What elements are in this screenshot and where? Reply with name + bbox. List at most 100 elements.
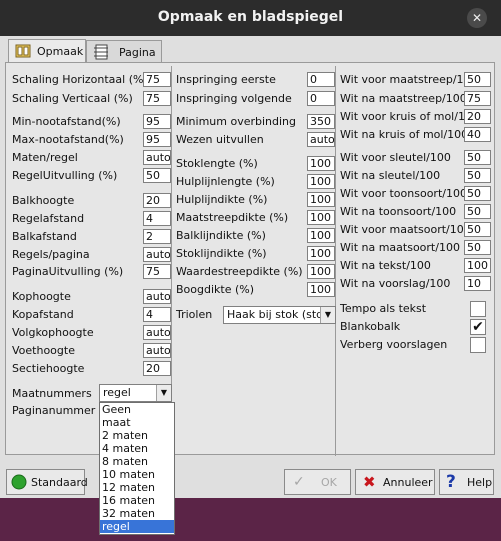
column-divider	[335, 66, 336, 456]
field-sectiehoogte[interactable]: 20	[143, 361, 171, 376]
dropdown-option[interactable]: 8 maten	[100, 455, 174, 468]
field-wit-na-toonsoort[interactable]: 50	[464, 204, 491, 219]
chevron-down-icon[interactable]: ▼	[320, 307, 335, 323]
field-inspringing-volgende[interactable]: 0	[307, 91, 335, 106]
maatnummers-dropdown-list[interactable]: Geen maat 2 maten 4 maten 8 maten 10 mat…	[99, 402, 175, 535]
field-voethoogte[interactable]: auto	[143, 343, 171, 358]
dropdown-option[interactable]: 16 maten	[100, 494, 174, 507]
checkbox-tempo-als-tekst[interactable]	[470, 301, 486, 317]
field-regels-pagina[interactable]: auto	[143, 247, 171, 262]
label-schaling-horizontaal: Schaling Horizontaal (%)	[12, 73, 148, 86]
green-circle-icon	[11, 474, 27, 490]
label-boogdikte: Boogdikte (%)	[176, 283, 255, 296]
label-paginauitvulling: PaginaUitvulling (%)	[12, 265, 124, 278]
field-maten-regel[interactable]: auto	[143, 150, 171, 165]
field-kophoogte[interactable]: auto	[143, 289, 171, 304]
ok-label: OK	[321, 476, 337, 489]
ok-button[interactable]: ✓ OK	[284, 469, 351, 495]
field-wit-na-voorslag[interactable]: 10	[464, 276, 491, 291]
tab-pagina[interactable]: Pagina	[86, 40, 162, 63]
field-waardestreepdikte[interactable]: 100	[307, 264, 335, 279]
checkbox-verberg-voorslagen[interactable]	[470, 337, 486, 353]
field-wit-na-maatsoort[interactable]: 50	[464, 240, 491, 255]
field-balklijndikte[interactable]: 100	[307, 228, 335, 243]
label-verberg-voorslagen: Verberg voorslagen	[340, 338, 448, 351]
label-max-nootafstand: Max-nootafstand(%)	[12, 133, 124, 146]
field-wit-na-kruis-of-mol[interactable]: 40	[464, 127, 491, 142]
dropdown-option[interactable]: 2 maten	[100, 429, 174, 442]
annuleer-button[interactable]: ✖ Annuleer	[355, 469, 435, 495]
checkbox-blankobalk[interactable]: ✔	[470, 319, 486, 335]
field-wit-voor-toonsoort[interactable]: 50	[464, 186, 491, 201]
field-hulplijndikte[interactable]: 100	[307, 192, 335, 207]
label-wit-na-voorslag: Wit na voorslag/100	[340, 277, 451, 290]
field-wit-voor-kruis-of-mol[interactable]: 20	[464, 109, 491, 124]
field-stoklengte[interactable]: 100	[307, 156, 335, 171]
paper-page-icon	[94, 44, 108, 60]
label-sectiehoogte: Sectiehoogte	[12, 362, 85, 375]
field-schaling-horizontaal[interactable]: 75	[143, 72, 171, 87]
help-label: Help	[467, 476, 493, 489]
field-volgkophoogte[interactable]: auto	[143, 325, 171, 340]
tab-opmaak[interactable]: Opmaak	[8, 39, 86, 64]
dropdown-option[interactable]: maat	[100, 416, 174, 429]
dropdown-option[interactable]: 12 maten	[100, 481, 174, 494]
field-wit-na-sleutel[interactable]: 50	[464, 168, 491, 183]
field-min-nootafstand[interactable]: 95	[143, 114, 171, 129]
label-hulplijndikte: Hulplijndikte (%)	[176, 193, 268, 206]
chevron-down-icon[interactable]: ▼	[156, 385, 171, 401]
field-hulplijnlengte[interactable]: 100	[307, 174, 335, 189]
label-wit-na-maatstreep: Wit na maatstreep/100	[340, 92, 467, 105]
dropdown-option[interactable]: 32 maten	[100, 507, 174, 520]
label-triolen: Triolen	[176, 308, 213, 321]
field-wezen-uitvullen[interactable]: auto	[307, 132, 335, 147]
label-balkhoogte: Balkhoogte	[12, 194, 75, 207]
field-boogdikte[interactable]: 100	[307, 282, 335, 297]
label-stoklijndikte: Stoklijndikte (%)	[176, 247, 267, 260]
field-regelafstand[interactable]: 4	[143, 211, 171, 226]
triolen-combo[interactable]: Haak bij stok (std) ▼	[223, 306, 336, 324]
field-wit-voor-sleutel[interactable]: 50	[464, 150, 491, 165]
field-wit-voor-maatstreep[interactable]: 50	[464, 72, 491, 87]
field-balkhoogte[interactable]: 20	[143, 193, 171, 208]
standaard-button[interactable]: Standaard	[6, 469, 88, 495]
label-min-nootafstand: Min-nootafstand(%)	[12, 115, 121, 128]
label-kophoogte: Kophoogte	[12, 290, 71, 303]
annuleer-label: Annuleer	[383, 476, 433, 489]
label-wit-voor-toonsoort: Wit voor toonsoort/100	[340, 187, 467, 200]
close-button[interactable]: ✕	[467, 8, 487, 28]
label-wit-na-kruis-of-mol: Wit na kruis of mol/100	[340, 128, 469, 141]
field-stoklijndikte[interactable]: 100	[307, 246, 335, 261]
field-wit-na-tekst[interactable]: 100	[464, 258, 491, 273]
field-maatstreepdikte[interactable]: 100	[307, 210, 335, 225]
field-inspringing-eerste[interactable]: 0	[307, 72, 335, 87]
label-waardestreepdikte: Waardestreepdikte (%)	[176, 265, 303, 278]
label-wit-na-toonsoort: Wit na toonsoort/100	[340, 205, 457, 218]
dropdown-option[interactable]: 4 maten	[100, 442, 174, 455]
label-regeluitvulling: RegelUitvulling (%)	[12, 169, 118, 182]
field-schaling-verticaal[interactable]: 75	[143, 91, 171, 106]
label-maatstreepdikte: Maatstreepdikte (%)	[176, 211, 289, 224]
field-paginauitvulling[interactable]: 75	[143, 264, 171, 279]
field-regeluitvulling[interactable]: 50	[143, 168, 171, 183]
label-wit-voor-sleutel: Wit voor sleutel/100	[340, 151, 451, 164]
field-wit-na-maatstreep[interactable]: 75	[464, 91, 491, 106]
window-title: Opmaak en bladspiegel	[157, 9, 344, 25]
field-max-nootafstand[interactable]: 95	[143, 132, 171, 147]
label-inspringing-volgende: Inspringing volgende	[176, 92, 292, 105]
label-wit-na-tekst: Wit na tekst/100	[340, 259, 431, 272]
field-kopafstand[interactable]: 4	[143, 307, 171, 322]
label-voethoogte: Voethoogte	[12, 344, 75, 357]
label-paginanummer: Paginanummer	[12, 404, 96, 417]
label-blankobalk: Blankobalk	[340, 320, 401, 333]
field-minimum-overbinding[interactable]: 350	[307, 114, 335, 129]
dropdown-option-selected[interactable]: regel	[100, 520, 174, 533]
maatnummers-combo[interactable]: regel ▼	[99, 384, 172, 402]
dropdown-option[interactable]: Geen	[100, 403, 174, 416]
dropdown-option[interactable]: 10 maten	[100, 468, 174, 481]
field-balkafstand[interactable]: 2	[143, 229, 171, 244]
label-wezen-uitvullen: Wezen uitvullen	[176, 133, 264, 146]
label-regels-pagina: Regels/pagina	[12, 248, 90, 261]
field-wit-voor-maatsoort[interactable]: 50	[464, 222, 491, 237]
help-button[interactable]: ? Help	[439, 469, 494, 495]
